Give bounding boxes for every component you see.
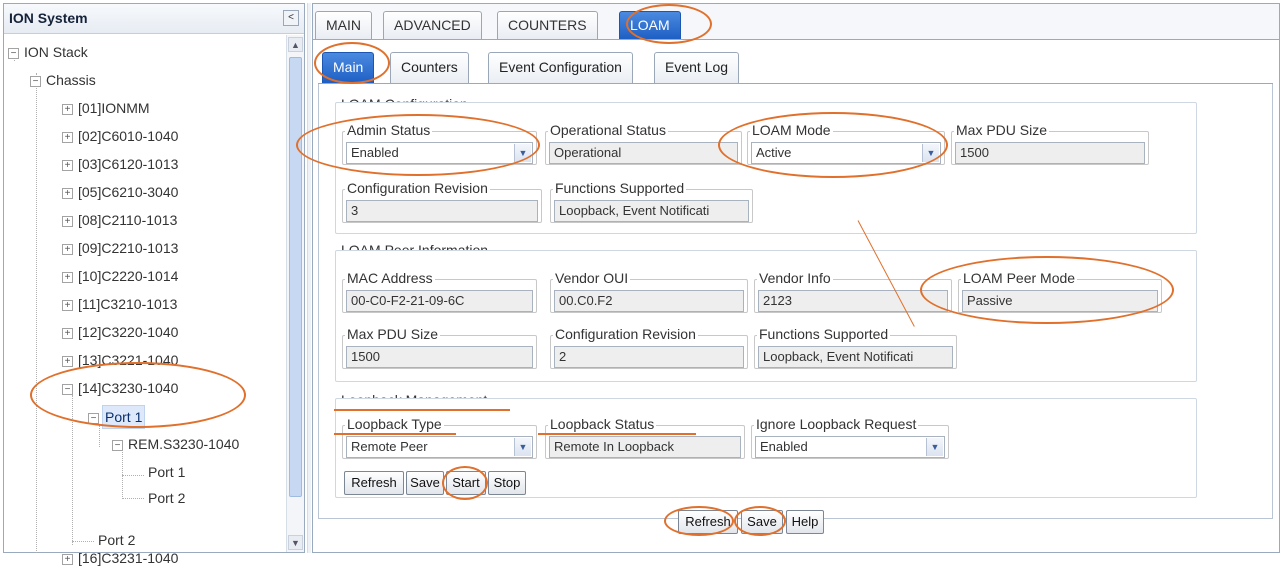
ignore-loopback-field: Ignore Loopback Request Enabled ▼ <box>751 416 949 460</box>
loopback-refresh-button[interactable]: Refresh <box>344 471 404 495</box>
expand-icon[interactable]: + <box>62 243 73 255</box>
collapse-icon[interactable]: − <box>8 47 19 59</box>
collapse-left-icon[interactable]: < <box>283 10 299 26</box>
vendor-info-value: 2123 <box>758 290 948 312</box>
help-button[interactable]: Help <box>786 510 824 534</box>
chevron-down-icon: ▼ <box>514 438 531 456</box>
chevron-down-icon: ▼ <box>922 144 939 162</box>
subtab-event-configuration[interactable]: Event Configuration <box>488 52 633 83</box>
peer-functions-supported-value: Loopback, Event Notificati <box>758 346 953 368</box>
expand-icon[interactable]: + <box>62 215 73 227</box>
collapse-icon[interactable]: − <box>112 439 123 451</box>
tree-body: − ION Stack − Chassis + [01]IONMM + [02]C601… <box>4 35 284 566</box>
loopback-status-field: Loopback Status Remote In Loopback <box>545 416 745 460</box>
tree-node-14[interactable]: − [14]C3230-1040 <box>62 377 180 399</box>
scroll-up-icon[interactable]: ▲ <box>288 37 303 52</box>
tree-node-ion-stack[interactable]: − ION Stack <box>8 41 90 63</box>
scroll-down-icon[interactable]: ▼ <box>288 535 303 550</box>
loopback-type-select[interactable]: Remote Peer ▼ <box>346 436 533 458</box>
loopback-status-value: Remote In Loopback <box>549 436 741 458</box>
tree-node-13[interactable]: + [13]C3221-1040 <box>62 349 180 371</box>
tree-node-port-1[interactable]: − Port 1 <box>88 405 146 429</box>
refresh-button[interactable]: Refresh <box>678 510 738 534</box>
operational-status-value: Operational <box>549 142 738 164</box>
tab-counters[interactable]: COUNTERS <box>497 11 598 39</box>
max-pdu-value: 1500 <box>955 142 1145 164</box>
vendor-oui-value: 00.C0.F2 <box>554 290 744 312</box>
tree-node-12[interactable]: + [12]C3220-1040 <box>62 321 180 343</box>
config-revision-field: Configuration Revision 3 <box>342 180 542 224</box>
tree-node-rem-port-2[interactable]: Port 2 <box>146 487 187 509</box>
collapse-icon[interactable]: − <box>30 75 41 87</box>
vendor-oui-field: Vendor OUI 00.C0.F2 <box>550 270 748 314</box>
device-tree-panel: ION System < − ION Stack − Chassis + [01]IO… <box>3 3 305 566</box>
chevron-down-icon: ▼ <box>514 144 531 162</box>
max-pdu-field: Max PDU Size 1500 <box>951 122 1149 166</box>
peer-max-pdu-value: 1500 <box>346 346 533 368</box>
subtab-main[interactable]: Main <box>322 52 375 83</box>
expand-icon[interactable]: + <box>62 131 73 143</box>
tab-advanced[interactable]: ADVANCED <box>383 11 482 39</box>
peer-mode-field: LOAM Peer Mode Passive <box>958 270 1162 314</box>
expand-icon[interactable]: + <box>62 187 73 199</box>
admin-status-field: Admin Status Enabled ▼ <box>342 122 537 166</box>
peer-mode-value: Passive <box>962 290 1158 312</box>
loopback-stop-button[interactable]: Stop <box>488 471 526 495</box>
tab-content: LOAM Configuration Admin Status Enabled▼… <box>318 84 1273 519</box>
expand-icon[interactable]: + <box>62 327 73 339</box>
subtab-counters[interactable]: Counters <box>390 52 469 83</box>
loopback-type-field: Loopback Type Remote Peer ▼ <box>342 416 537 460</box>
expand-icon[interactable]: + <box>62 271 73 283</box>
panel-splitter[interactable] <box>307 3 311 553</box>
tree-node-16[interactable]: + [16]C3231-1040 <box>62 547 180 569</box>
ignore-loopback-select[interactable]: Enabled ▼ <box>755 436 945 458</box>
tree-node-03[interactable]: + [03]C6120-1013 <box>62 153 180 175</box>
tab-loam[interactable]: LOAM <box>619 11 681 39</box>
tree-node-chassis[interactable]: − Chassis <box>30 69 98 91</box>
peer-config-revision-value: 2 <box>554 346 744 368</box>
tree-scrollbar[interactable]: ▲ ▼ <box>286 35 304 552</box>
expand-icon[interactable]: + <box>62 299 73 311</box>
tree-header: ION System < <box>4 4 304 34</box>
collapse-icon[interactable]: − <box>62 383 73 395</box>
expand-icon[interactable]: + <box>62 553 73 565</box>
functions-supported-value: Loopback, Event Notificati <box>554 200 749 222</box>
loam-mode-select[interactable]: Active ▼ <box>751 142 941 164</box>
tree-node-05[interactable]: + [05]C6210-3040 <box>62 181 180 203</box>
config-revision-value: 3 <box>346 200 538 222</box>
peer-functions-supported-field: Functions Supported Loopback, Event Noti… <box>754 326 957 370</box>
tree-node-10[interactable]: + [10]C2220-1014 <box>62 265 180 287</box>
loopback-start-button[interactable]: Start <box>446 471 486 495</box>
admin-status-select[interactable]: Enabled ▼ <box>346 142 533 164</box>
tree-node-01-ionmm[interactable]: + [01]IONMM <box>62 97 152 119</box>
sub-tab-bar: Main Counters Event Configuration Event … <box>318 48 1273 84</box>
collapse-icon[interactable]: − <box>88 412 99 424</box>
peer-config-revision-field: Configuration Revision 2 <box>550 326 748 370</box>
tree-node-rem-s3230[interactable]: − REM.S3230-1040 <box>112 433 241 455</box>
mac-address-value: 00-C0-F2-21-09-6C <box>346 290 533 312</box>
scroll-thumb[interactable] <box>289 57 302 497</box>
expand-icon[interactable]: + <box>62 159 73 171</box>
tree-node-11[interactable]: + [11]C3210-1013 <box>62 293 179 315</box>
expand-icon[interactable]: + <box>62 355 73 367</box>
tree-node-02[interactable]: + [02]C6010-1040 <box>62 125 180 147</box>
mac-address-field: MAC Address 00-C0-F2-21-09-6C <box>342 270 537 314</box>
tree-node-rem-port-1[interactable]: Port 1 <box>146 461 187 483</box>
functions-supported-field: Functions Supported Loopback, Event Noti… <box>550 180 753 224</box>
tree-title: ION System <box>9 10 88 26</box>
subtab-event-log[interactable]: Event Log <box>654 52 740 83</box>
operational-status-field: Operational Status Operational <box>545 122 742 166</box>
tree-node-09[interactable]: + [09]C2210-1013 <box>62 237 180 259</box>
chevron-down-icon: ▼ <box>926 438 943 456</box>
vendor-info-field: Vendor Info 2123 <box>754 270 952 314</box>
tab-main[interactable]: MAIN <box>315 11 372 39</box>
save-button[interactable]: Save <box>741 510 783 534</box>
tree-node-08[interactable]: + [08]C2110-1013 <box>62 209 179 231</box>
top-tab-bar: MAIN ADVANCED COUNTERS LOAM <box>313 4 1279 40</box>
loopback-save-button[interactable]: Save <box>406 471 444 495</box>
peer-max-pdu-field: Max PDU Size 1500 <box>342 326 537 370</box>
expand-icon[interactable]: + <box>62 103 73 115</box>
main-panel: MAIN ADVANCED COUNTERS LOAM Main Counter… <box>312 3 1280 553</box>
loam-mode-field: LOAM Mode Active ▼ <box>747 122 945 166</box>
